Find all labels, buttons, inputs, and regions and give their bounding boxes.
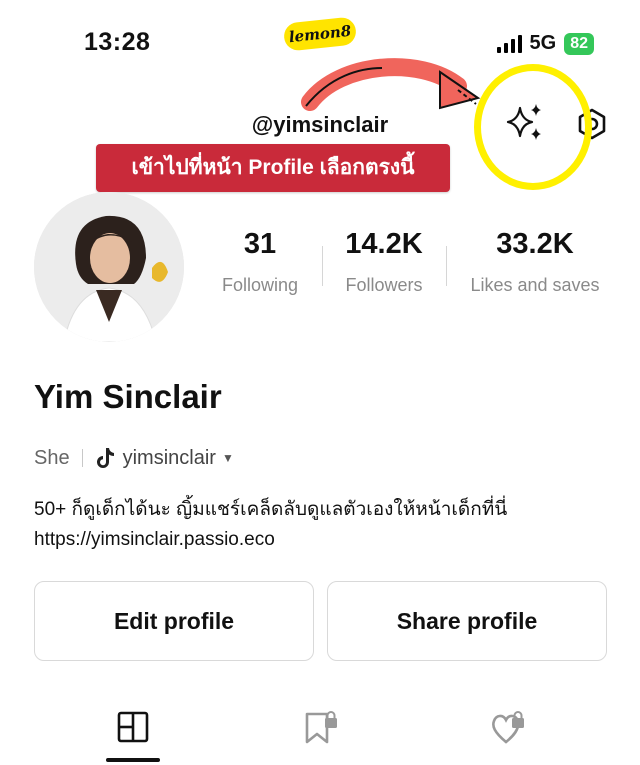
avatar-photo	[34, 192, 184, 342]
stat-likes-saves[interactable]: 33.2K Likes and saves	[460, 228, 610, 296]
network-type: 5G	[529, 32, 557, 54]
chevron-down-icon: ▼	[221, 451, 234, 465]
bookmark-lock-icon	[305, 711, 337, 744]
stat-divider	[322, 246, 323, 286]
bio-text: 50+ ก็ดูเด็กได้นะ ญิ้มแชร์เคล็ดลับดูแลตั…	[34, 499, 508, 520]
tiktok-icon	[96, 448, 114, 468]
tiktok-handle: yimsinclair	[122, 446, 216, 469]
stat-label: Followers	[345, 275, 423, 295]
tiktok-link[interactable]: yimsinclair ▼	[95, 446, 234, 470]
stat-value: 33.2K	[496, 228, 574, 260]
active-tab-indicator	[106, 758, 160, 762]
share-profile-button[interactable]: Share profile	[327, 581, 607, 661]
bio-link[interactable]: https://yimsinclair.passio.eco	[34, 525, 507, 555]
tab-saved[interactable]	[303, 710, 341, 751]
tab-liked[interactable]	[490, 710, 528, 751]
tab-posts[interactable]	[116, 710, 150, 749]
battery-level: 82	[564, 32, 594, 55]
edit-profile-button[interactable]: Edit profile	[34, 581, 314, 661]
stat-followers[interactable]: 14.2K Followers	[334, 228, 434, 296]
annotation-banner: เข้าไปที่หน้า Profile เลือกตรงนี้	[96, 144, 450, 192]
stat-label: Following	[221, 275, 299, 295]
grid-layout-icon	[117, 711, 149, 743]
stat-value: 31	[243, 228, 277, 260]
stat-label: Likes and saves	[470, 275, 600, 295]
row-divider	[81, 449, 83, 467]
pronoun-tiktok-row: She yimsinclair ▼	[34, 446, 234, 470]
avatar[interactable]	[34, 192, 184, 342]
signal-icon	[496, 34, 522, 53]
bio: 50+ ก็ดูเด็กได้นะ ญิ้มแชร์เคล็ดลับดูแลตั…	[34, 495, 507, 555]
status-time: 13:28	[84, 28, 151, 56]
status-indicators: 5G 82	[496, 32, 594, 55]
heart-lock-icon	[492, 711, 524, 744]
stat-value: 14.2K	[345, 228, 423, 260]
pronoun: She	[34, 446, 70, 469]
stat-following[interactable]: 31 Following	[210, 228, 310, 296]
lemon8-logo: lemon8	[282, 16, 358, 52]
annotation-highlight-circle	[474, 64, 592, 190]
display-name: Yim Sinclair	[34, 378, 222, 415]
stat-divider	[446, 246, 447, 286]
